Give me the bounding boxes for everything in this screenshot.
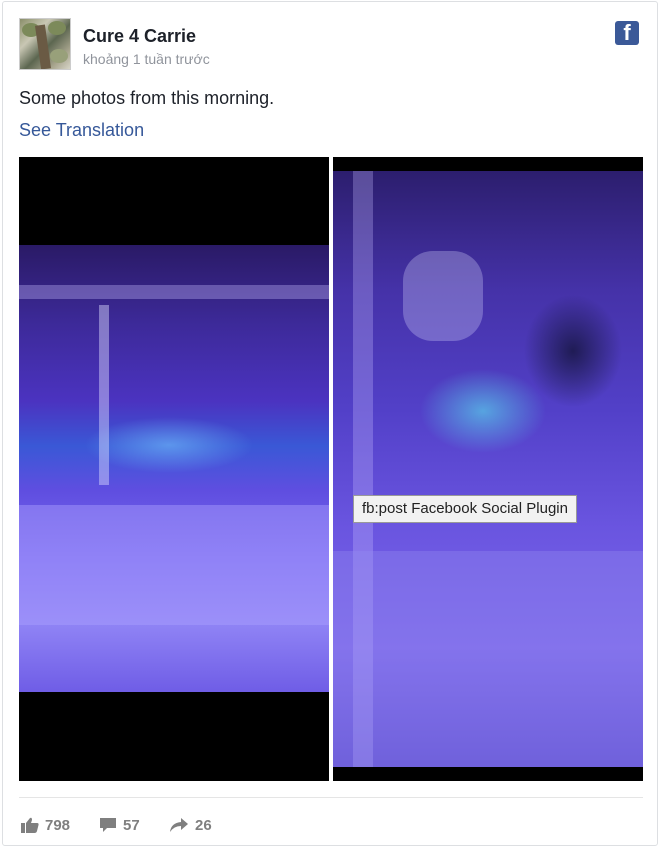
like-count: 798: [45, 816, 71, 834]
post-footer: 798 57 26: [19, 810, 643, 840]
share-count: 26: [195, 816, 212, 834]
photo-right[interactable]: [333, 157, 643, 781]
facebook-icon[interactable]: f: [615, 21, 639, 45]
photo-grid: [19, 157, 643, 781]
share-icon: [170, 818, 188, 832]
like-stat[interactable]: 798: [21, 810, 70, 840]
author-avatar[interactable]: [19, 18, 71, 70]
post-header: Cure 4 Carrie khoảng 1 tuần trước f: [19, 18, 639, 74]
comment-stat[interactable]: 57: [99, 810, 140, 840]
post-timestamp[interactable]: khoảng 1 tuần trước: [83, 51, 210, 67]
footer-divider: [19, 797, 643, 798]
photo-left[interactable]: [19, 157, 329, 781]
like-icon: [21, 817, 39, 833]
facebook-post-card: Cure 4 Carrie khoảng 1 tuần trước f Some…: [2, 1, 658, 846]
comment-count: 57: [123, 816, 140, 834]
see-translation-link[interactable]: See Translation: [19, 120, 144, 141]
comment-icon: [100, 818, 116, 832]
plugin-tooltip: fb:post Facebook Social Plugin: [353, 495, 577, 523]
post-text: Some photos from this morning.: [19, 88, 275, 108]
share-stat[interactable]: 26: [169, 810, 212, 840]
author-name[interactable]: Cure 4 Carrie: [83, 26, 196, 47]
